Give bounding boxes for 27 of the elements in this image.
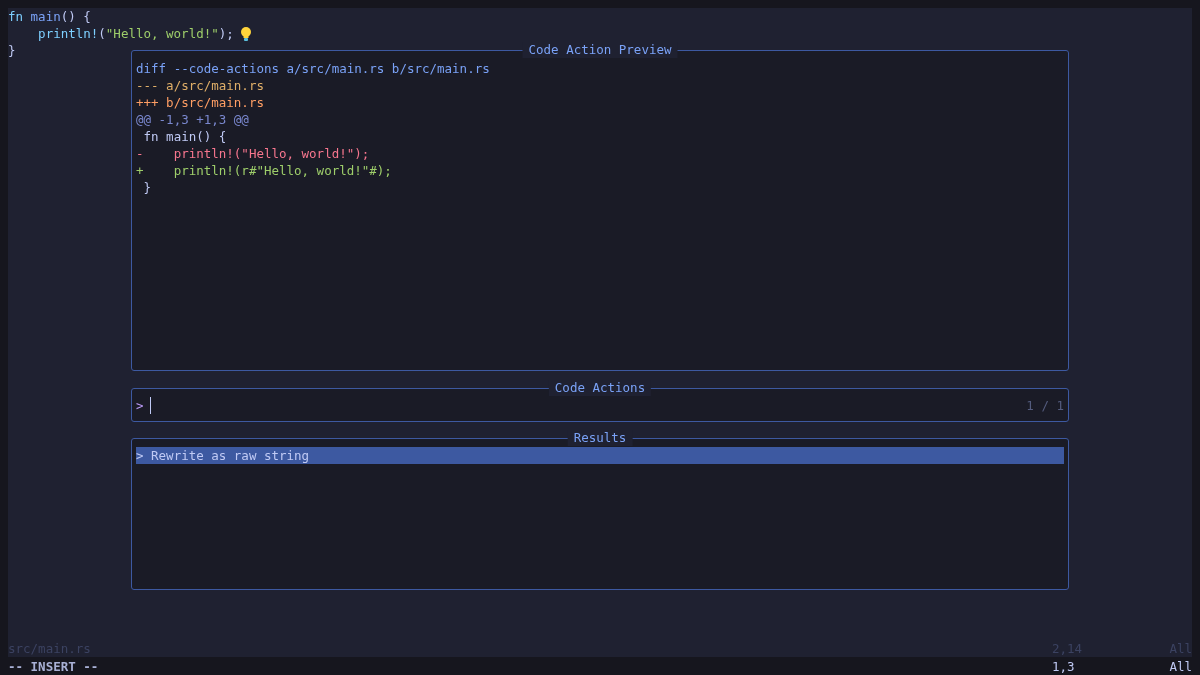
diff-line: + println!(r#"Hello, world!"#);	[136, 162, 393, 179]
window-title: Code Actions	[548, 380, 652, 396]
code-token: fn	[8, 8, 24, 25]
prompt-symbol: >	[136, 397, 144, 413]
diff-line: +++ b/src/main.rs	[136, 94, 265, 111]
diff-line: - println!("Hello, world!");	[136, 145, 371, 162]
code-token: println!	[37, 25, 99, 42]
text-cursor	[149, 396, 151, 414]
cursor-position: 1,3	[1052, 658, 1076, 675]
diff-line: fn main() {	[142, 128, 228, 145]
code-token: () {	[60, 8, 91, 25]
code-token: (	[98, 25, 106, 42]
code-token: );	[218, 25, 234, 42]
scroll-indicator: All	[1168, 658, 1192, 675]
diff-line: }	[142, 179, 153, 196]
code-token: main	[29, 8, 61, 25]
lightbulb-icon[interactable]	[239, 25, 252, 42]
diff-line: --- a/src/main.rs	[136, 77, 265, 94]
diff-line: @@ -1,3 +1,3 @@	[136, 111, 250, 128]
window-title: Code Action Preview	[522, 42, 678, 58]
match-counter: 1 / 1	[1026, 397, 1064, 413]
code-token: }	[8, 42, 16, 59]
mode-indicator: -- INSERT --	[8, 658, 100, 675]
diff-line: diff --code-actions a/src/main.rs b/src/main.rs	[136, 60, 491, 77]
result-item[interactable]: > Rewrite as raw string	[136, 447, 1064, 464]
window-title: Results	[567, 430, 633, 446]
code-token: "Hello, world!"	[105, 25, 219, 42]
